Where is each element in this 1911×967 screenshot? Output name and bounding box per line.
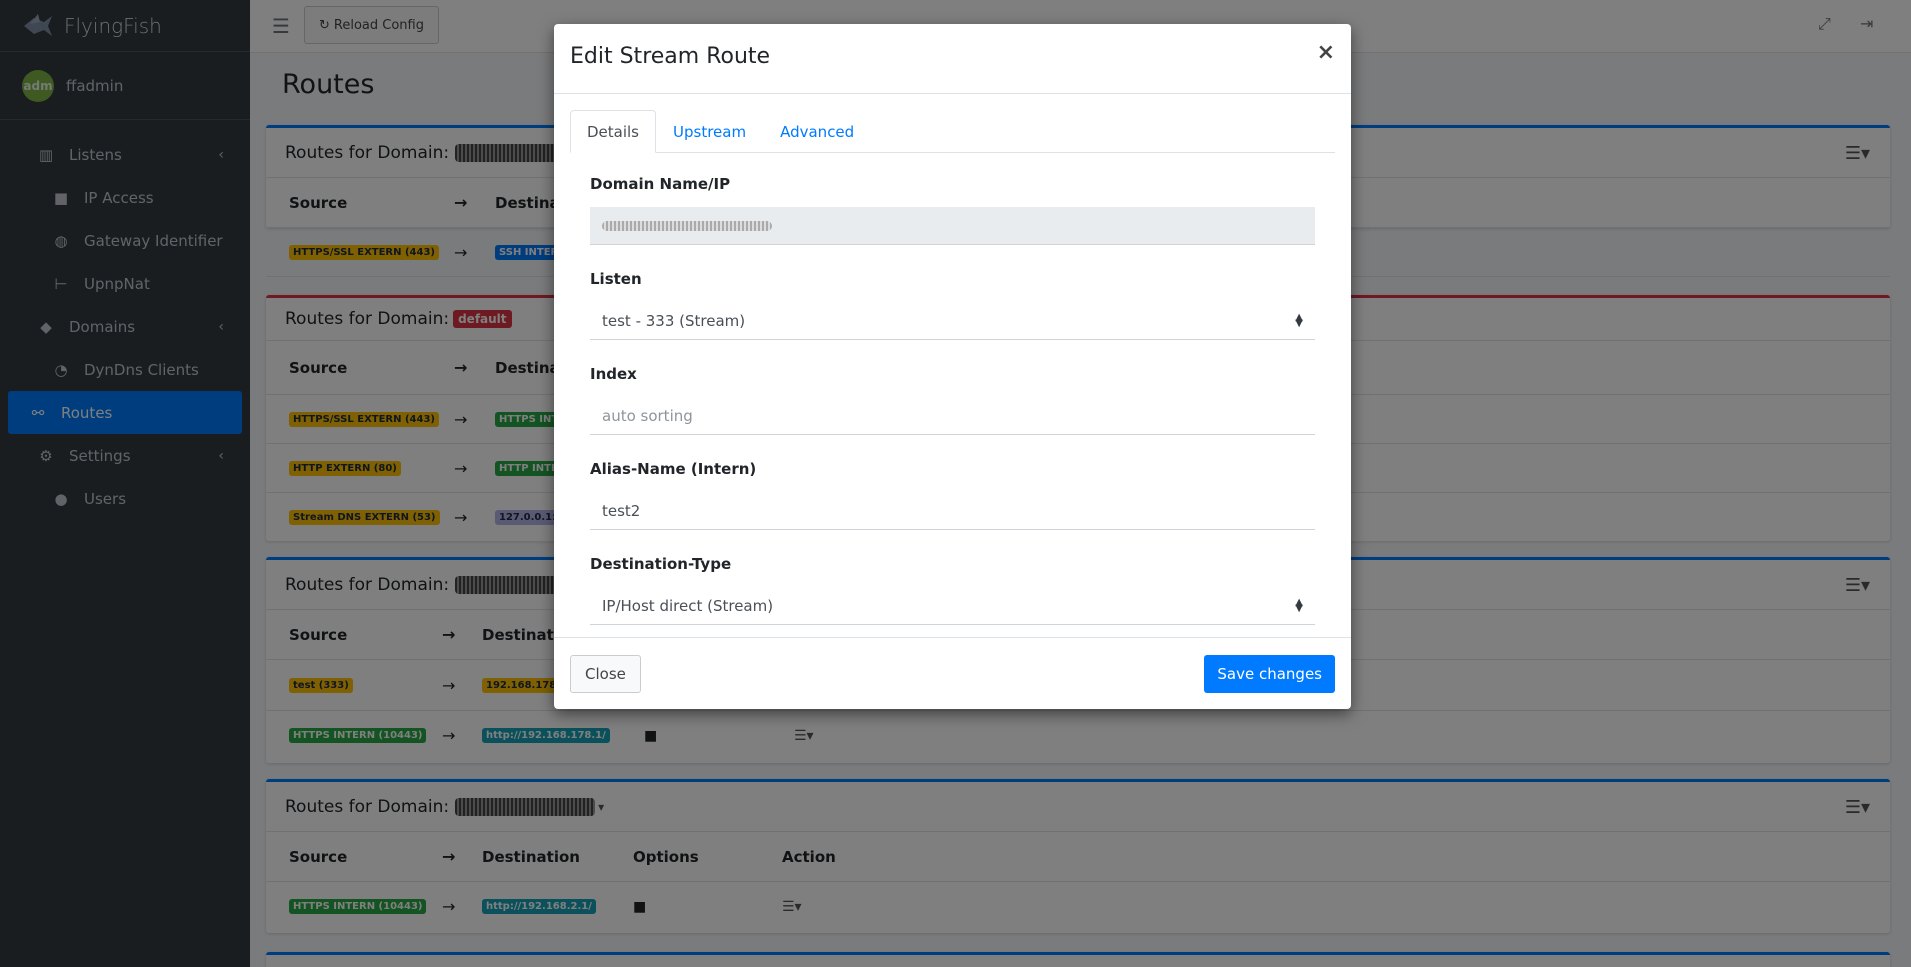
details-form: Domain Name/IP Listen test - 333 (Stream…	[570, 153, 1335, 625]
tab-details[interactable]: Details	[570, 110, 657, 153]
alias-name-input[interactable]: test2	[590, 492, 1315, 530]
alias-name-label: Alias-Name (Intern)	[590, 460, 757, 478]
modal-header: Edit Stream Route ×	[554, 24, 1351, 94]
index-label: Index	[590, 365, 637, 383]
index-placeholder: auto sorting	[602, 406, 693, 425]
form-group-listen: Listen test - 333 (Stream) ▲ ▼	[590, 270, 1315, 340]
form-group-alias: Alias-Name (Intern) test2	[590, 460, 1315, 530]
modal-tabs: Details Upstream Advanced	[570, 110, 1335, 153]
destination-type-select[interactable]: IP/Host direct (Stream) ▲ ▼	[590, 587, 1315, 625]
select-arrows-icon: ▲ ▼	[1295, 596, 1303, 614]
modal-footer: Close Save changes	[554, 637, 1351, 709]
edit-stream-route-modal: Edit Stream Route × Details Upstream Adv…	[554, 24, 1351, 709]
domain-name-label: Domain Name/IP	[590, 175, 731, 193]
domain-name-redacted	[602, 220, 772, 231]
listen-label: Listen	[590, 270, 642, 288]
close-button[interactable]: Close	[570, 655, 641, 693]
close-icon[interactable]: ×	[1317, 40, 1335, 65]
listen-select[interactable]: test - 333 (Stream) ▲ ▼	[590, 302, 1315, 340]
destination-type-label: Destination-Type	[590, 555, 732, 573]
domain-name-field	[590, 207, 1315, 245]
form-group-domain: Domain Name/IP	[590, 175, 1315, 245]
destination-type-selected-value: IP/Host direct (Stream)	[602, 596, 774, 615]
modal-title: Edit Stream Route	[570, 44, 771, 69]
form-group-index: Index auto sorting	[590, 365, 1315, 435]
select-arrows-icon: ▲ ▼	[1295, 311, 1303, 329]
modal-body: Details Upstream Advanced Domain Name/IP…	[554, 94, 1351, 625]
index-input[interactable]: auto sorting	[590, 397, 1315, 435]
alias-name-value: test2	[602, 501, 641, 520]
form-group-destination-type: Destination-Type IP/Host direct (Stream)…	[590, 555, 1315, 625]
tab-advanced[interactable]: Advanced	[763, 110, 871, 153]
tab-upstream[interactable]: Upstream	[656, 110, 763, 153]
save-changes-button[interactable]: Save changes	[1204, 655, 1335, 693]
listen-selected-value: test - 333 (Stream)	[602, 311, 746, 330]
